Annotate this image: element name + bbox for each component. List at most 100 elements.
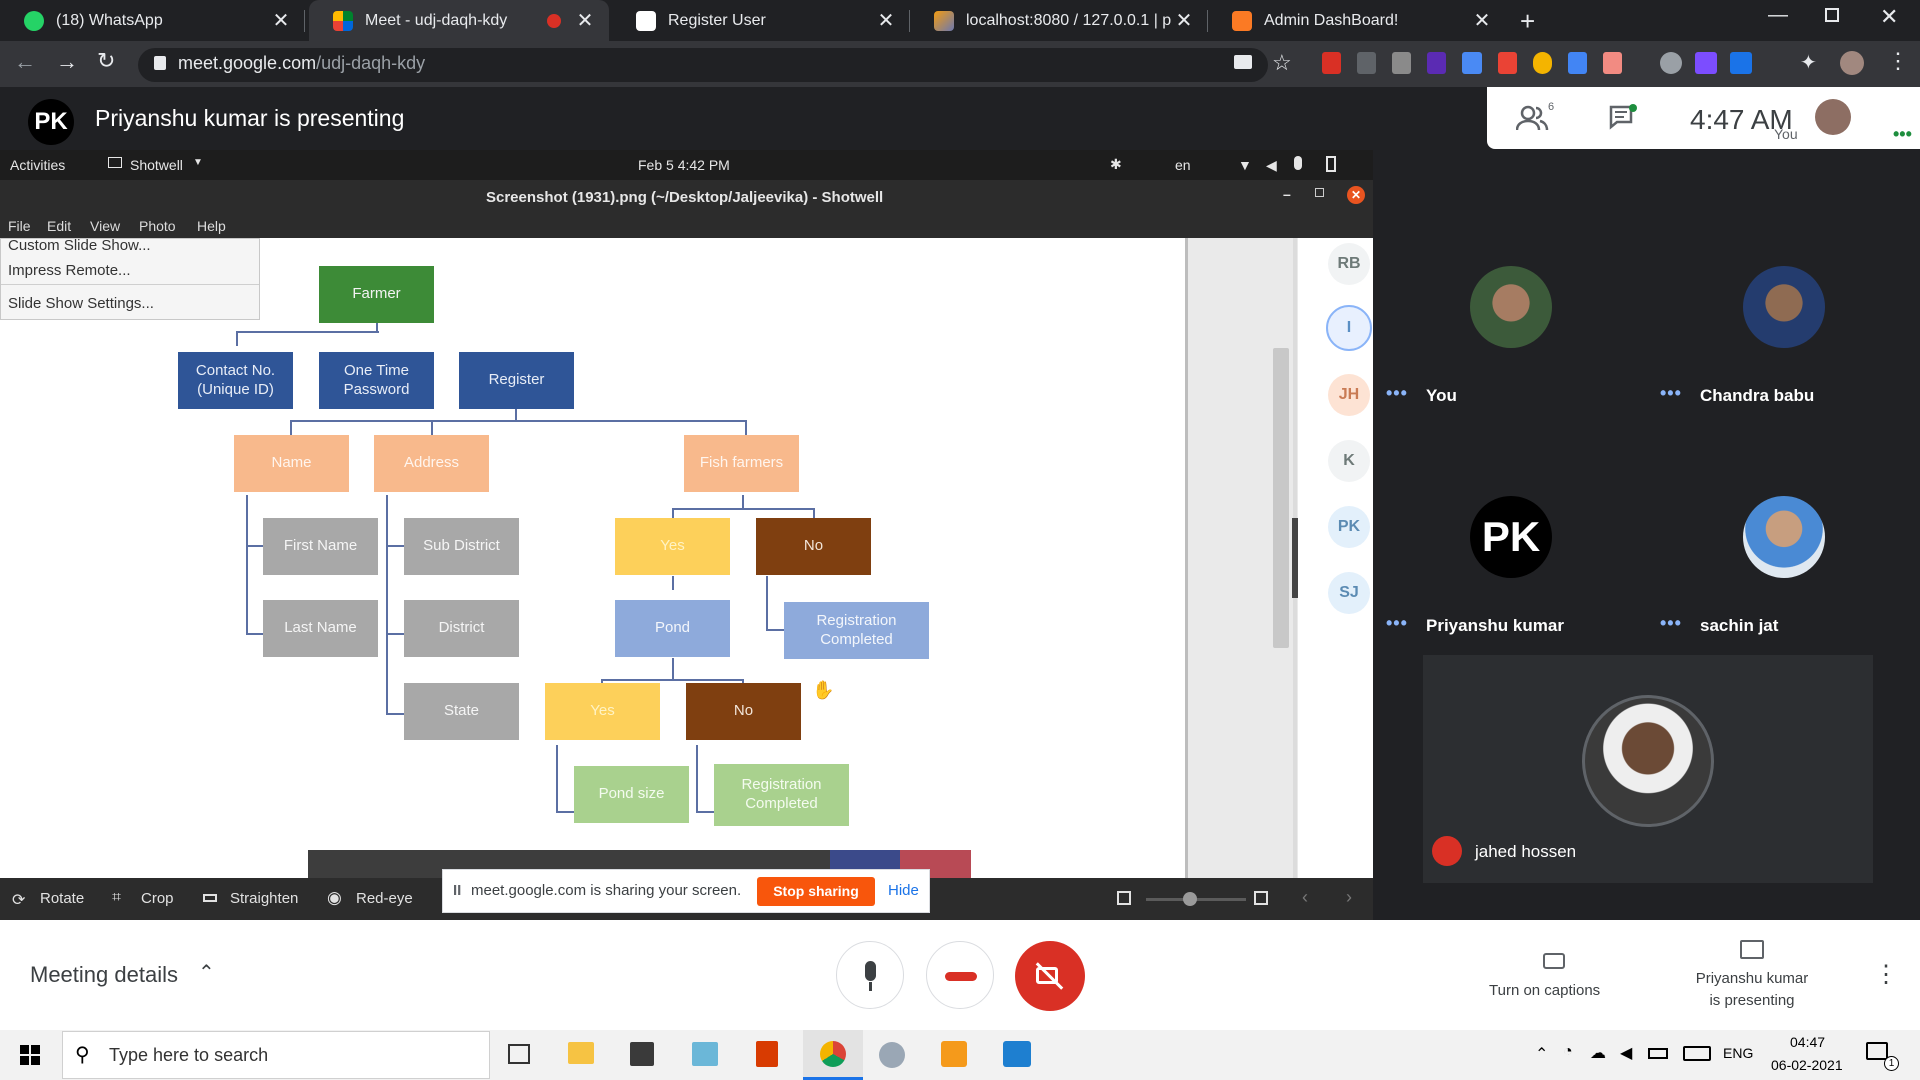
cloud-icon[interactable]: ☁ — [1590, 1043, 1606, 1063]
zoom-out-icon[interactable] — [1117, 891, 1131, 905]
extension-icon[interactable] — [1322, 52, 1342, 74]
extension-icon[interactable] — [1532, 52, 1552, 74]
settings-icon[interactable] — [1660, 52, 1682, 74]
close-tab-icon[interactable]: ✕ — [573, 8, 597, 33]
tab-admin-dashboard[interactable]: Admin DashBoard! ✕ — [1208, 0, 1506, 41]
close-tab-icon[interactable]: ✕ — [1470, 8, 1494, 33]
menu-help[interactable]: Help — [197, 218, 226, 234]
menu-item-impress-remote[interactable]: Impress Remote... — [8, 262, 131, 279]
stop-sharing-button[interactable]: Stop sharing — [757, 877, 875, 906]
close-window-button[interactable]: ✕ — [1880, 4, 1898, 30]
puzzle-icon[interactable]: ✦ — [1800, 50, 1817, 75]
next-icon[interactable]: › — [1346, 887, 1352, 908]
minimize-icon[interactable]: – — [1283, 186, 1291, 202]
camera-icon[interactable] — [1234, 55, 1252, 69]
hide-button[interactable]: Hide — [888, 882, 919, 899]
tab-register-user[interactable]: Register User ✕ — [612, 0, 910, 41]
people-icon[interactable] — [1516, 105, 1550, 131]
close-icon[interactable]: ✕ — [1347, 186, 1365, 204]
extension-icon[interactable] — [1427, 52, 1447, 74]
chat-icon[interactable] — [1608, 104, 1638, 132]
extension-icon[interactable] — [1392, 52, 1412, 74]
browser-menu-icon[interactable]: ⋮ — [1887, 48, 1909, 74]
bookmark-star-icon[interactable]: ☆ — [1272, 50, 1292, 76]
more-options-icon[interactable]: ⋮ — [1874, 960, 1898, 989]
previous-icon[interactable]: ‹ — [1302, 887, 1308, 908]
new-tab-button[interactable]: + — [1520, 6, 1535, 37]
more-options-icon[interactable]: ••• — [1660, 613, 1682, 634]
minimize-button[interactable]: — — [1768, 4, 1788, 27]
store-icon[interactable] — [630, 1042, 654, 1066]
end-call-button[interactable] — [926, 941, 994, 1009]
extension-icon[interactable] — [1730, 52, 1752, 74]
chevron-up-icon[interactable]: ⌃ — [1535, 1044, 1548, 1064]
taskbar-time[interactable]: 04:47 — [1790, 1034, 1825, 1050]
battery-icon[interactable] — [1648, 1048, 1668, 1059]
maximize-icon[interactable] — [1315, 188, 1324, 197]
close-tab-icon[interactable]: ✕ — [269, 8, 293, 33]
more-options-icon[interactable]: ••• — [1660, 383, 1682, 404]
tab-whatsapp[interactable]: (18) WhatsApp ✕ — [0, 0, 305, 41]
office-icon[interactable] — [756, 1041, 778, 1067]
notification-icon[interactable] — [1866, 1042, 1888, 1060]
window-title: Screenshot (1931).png (~/Desktop/Jaljeev… — [486, 189, 884, 206]
more-dots-icon[interactable]: ••• — [1893, 124, 1912, 145]
menu-photo[interactable]: Photo — [139, 218, 176, 234]
close-tab-icon[interactable]: ✕ — [874, 8, 898, 33]
mic-button[interactable] — [836, 941, 904, 1009]
browser-tab-bar: (18) WhatsApp ✕ Meet - udj-daqh-kdy ✕ Re… — [0, 0, 1920, 41]
menu-item-custom-slide-show[interactable]: Custom Slide Show... — [8, 237, 151, 254]
extension-icon[interactable] — [1602, 52, 1622, 74]
reload-icon[interactable]: ↻ — [97, 48, 115, 74]
captions-icon[interactable] — [1543, 953, 1565, 969]
zoom-slider-thumb[interactable] — [1183, 892, 1197, 906]
network-icon[interactable]: ◔ — [1563, 1043, 1573, 1061]
chevron-up-icon[interactable]: ⌃ — [198, 960, 215, 985]
url-text[interactable]: meet.google.com/udj-daqh-kdy — [178, 53, 425, 74]
presenter-label: Priyanshu kumar — [1695, 970, 1809, 987]
rotate-button[interactable]: Rotate — [40, 890, 84, 907]
sublime-icon[interactable] — [941, 1041, 967, 1067]
more-options-icon[interactable]: ••• — [1386, 613, 1408, 634]
forward-icon[interactable]: → — [56, 49, 78, 75]
scrollbar[interactable] — [1273, 348, 1289, 648]
red-eye-button[interactable]: Red-eye — [356, 890, 413, 907]
straighten-button[interactable]: Straighten — [230, 890, 298, 907]
close-tab-icon[interactable]: ✕ — [1172, 8, 1196, 33]
captions-label[interactable]: Turn on captions — [1489, 982, 1600, 999]
meeting-details-button[interactable]: Meeting details — [30, 962, 178, 988]
app-icon[interactable] — [692, 1042, 718, 1066]
chrome-taskbar-button[interactable] — [803, 1030, 863, 1080]
extension-icon[interactable] — [1695, 52, 1717, 74]
self-avatar — [1815, 99, 1851, 135]
keyboard-icon[interactable] — [1683, 1046, 1711, 1061]
taskbar-search[interactable]: ⚲ Type here to search — [62, 1031, 490, 1079]
participant-avatar — [1743, 266, 1825, 348]
file-explorer-icon[interactable] — [568, 1042, 594, 1064]
menu-edit[interactable]: Edit — [47, 218, 71, 234]
translate-icon[interactable] — [1462, 52, 1482, 74]
menu-file[interactable]: File — [8, 218, 31, 234]
paint-icon[interactable] — [879, 1042, 905, 1068]
windows-start-icon[interactable] — [20, 1045, 40, 1065]
extension-icon[interactable] — [1567, 52, 1587, 74]
crop-button[interactable]: Crop — [141, 890, 174, 907]
present-icon[interactable] — [1740, 940, 1764, 959]
zoom-in-icon[interactable] — [1254, 891, 1268, 905]
language-indicator[interactable]: ENG — [1723, 1045, 1753, 1061]
back-icon[interactable]: ← — [14, 49, 36, 75]
extension-icon[interactable] — [1497, 52, 1517, 74]
menu-item-slide-show-settings[interactable]: Slide Show Settings... — [8, 295, 154, 312]
camera-off-button[interactable] — [1015, 941, 1085, 1011]
taskbar-date[interactable]: 06-02-2021 — [1771, 1057, 1843, 1073]
profile-avatar[interactable] — [1840, 51, 1864, 75]
menu-view[interactable]: View — [90, 218, 120, 234]
media-icon[interactable] — [1003, 1041, 1031, 1067]
tab-meet[interactable]: Meet - udj-daqh-kdy ✕ — [309, 0, 609, 41]
task-view-icon[interactable] — [508, 1044, 530, 1064]
restore-button[interactable] — [1825, 8, 1839, 22]
tab-phpmyadmin[interactable]: localhost:8080 / 127.0.0.1 | phpM ✕ — [910, 0, 1208, 41]
extension-icon[interactable] — [1357, 52, 1377, 74]
volume-icon[interactable]: ◀ — [1620, 1043, 1632, 1063]
more-options-icon[interactable]: ••• — [1386, 383, 1408, 404]
